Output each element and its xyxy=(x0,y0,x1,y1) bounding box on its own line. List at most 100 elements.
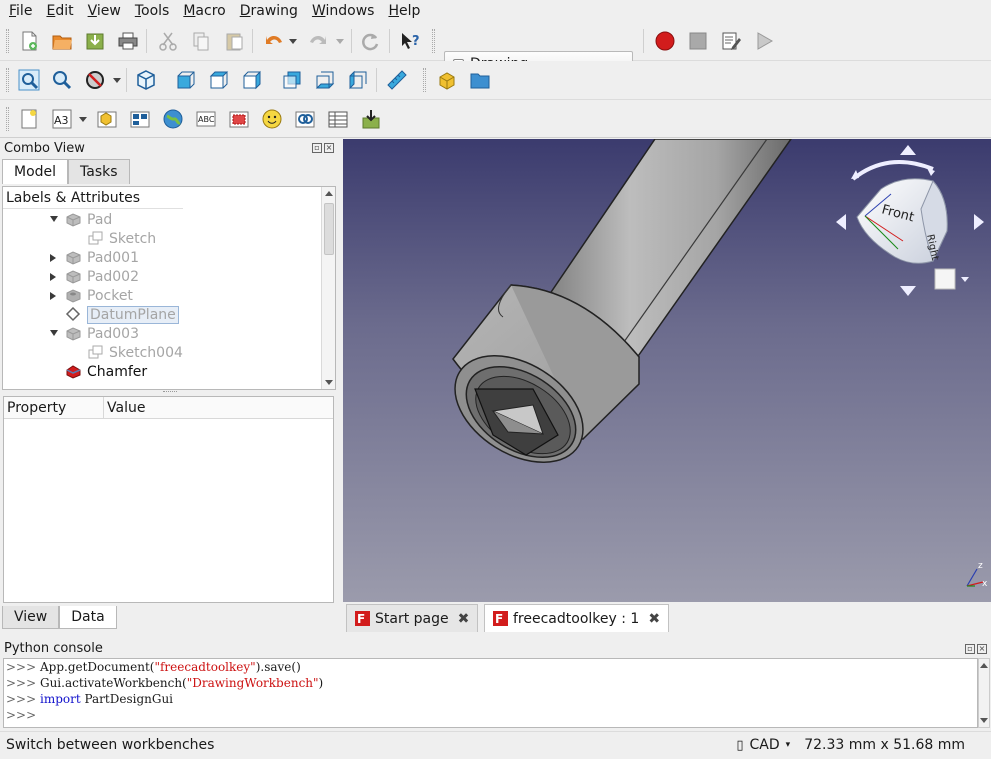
tree-item-sketch[interactable]: Sketch xyxy=(87,229,156,248)
close-tab-icon[interactable]: ✖ xyxy=(648,611,660,627)
export-page-button[interactable] xyxy=(359,107,383,131)
expand-down-icon[interactable] xyxy=(50,216,58,222)
nav-rotate-right-icon[interactable] xyxy=(974,214,984,230)
nav-rotate-up-icon[interactable] xyxy=(900,145,916,155)
nav-rotate-left-icon[interactable] xyxy=(836,214,846,230)
symbol-button[interactable] xyxy=(260,107,284,131)
measure-distance-button[interactable] xyxy=(385,68,409,92)
tree-item-pad002[interactable]: Pad002 xyxy=(65,267,139,286)
ortho-views-button[interactable] xyxy=(128,107,152,131)
tree-scrollbar[interactable] xyxy=(321,187,335,389)
spreadsheet-view-button[interactable] xyxy=(326,107,350,131)
toolbar-grip[interactable] xyxy=(423,68,426,92)
collapsed-right-icon[interactable] xyxy=(50,292,56,300)
scroll-down-icon[interactable] xyxy=(325,380,333,385)
chevron-down-icon[interactable]: ▾ xyxy=(786,740,791,750)
cut-button[interactable] xyxy=(156,29,180,53)
splitter-handle[interactable] xyxy=(163,391,177,393)
collapsed-right-icon[interactable] xyxy=(50,254,56,262)
view-isometric-button[interactable] xyxy=(134,68,158,92)
view-bottom-button[interactable] xyxy=(313,68,337,92)
toolbar-grip[interactable] xyxy=(6,107,9,131)
new-drawing-page-button[interactable] xyxy=(17,107,41,131)
scrollbar-thumb[interactable] xyxy=(324,203,334,255)
redo-dropdown-icon[interactable] xyxy=(336,39,344,44)
toolbar-grip[interactable] xyxy=(6,68,9,92)
hex-key-model[interactable]: Front Right z x xyxy=(343,139,991,602)
tree-item-datumplane[interactable]: DatumPlane xyxy=(65,305,179,324)
copy-button[interactable] xyxy=(189,29,213,53)
tree-item-pocket[interactable]: Pocket xyxy=(65,286,133,305)
scroll-up-icon[interactable] xyxy=(980,663,988,668)
menu-help[interactable]: Help xyxy=(381,0,427,22)
save-button[interactable] xyxy=(83,29,107,53)
print-button[interactable] xyxy=(116,29,140,53)
insert-view-button[interactable] xyxy=(95,107,119,131)
close-dock-button[interactable]: × xyxy=(324,143,334,153)
tab-freecadtoolkey[interactable]: F freecadtoolkey : 1 ✖ xyxy=(484,604,670,632)
undo-button[interactable] xyxy=(262,29,286,53)
navigation-cube[interactable]: Front Right xyxy=(836,145,984,296)
tab-start-page[interactable]: F Start page ✖ xyxy=(346,604,479,632)
column-property[interactable]: Property xyxy=(4,397,104,418)
fit-selection-button[interactable] xyxy=(50,68,74,92)
expand-down-icon[interactable] xyxy=(50,330,58,336)
menu-file[interactable]: File xyxy=(2,0,39,22)
tab-view[interactable]: View xyxy=(2,606,60,629)
fit-all-button[interactable] xyxy=(17,68,41,92)
menu-windows[interactable]: Windows xyxy=(305,0,382,22)
menu-tools[interactable]: Tools xyxy=(128,0,177,22)
scroll-down-icon[interactable] xyxy=(980,718,988,723)
menu-view[interactable]: View xyxy=(81,0,128,22)
view-top-button[interactable] xyxy=(207,68,231,92)
tab-model[interactable]: Model xyxy=(2,159,69,184)
tree-item-pad[interactable]: Pad xyxy=(65,210,112,229)
view-right-button[interactable] xyxy=(240,68,264,92)
open-browser-button[interactable] xyxy=(161,107,185,131)
python-console-input[interactable]: >>> App.getDocument("freecadtoolkey").sa… xyxy=(3,658,978,728)
view-menu-dropdown-icon[interactable] xyxy=(961,277,969,282)
view-front-button[interactable] xyxy=(174,68,198,92)
open-document-button[interactable] xyxy=(50,29,74,53)
tab-data[interactable]: Data xyxy=(59,606,117,629)
whats-this-button[interactable]: ? xyxy=(398,29,422,53)
scroll-up-icon[interactable] xyxy=(325,191,333,196)
draft-view-button[interactable] xyxy=(293,107,317,131)
macro-stop-button[interactable] xyxy=(686,29,710,53)
tree-item-sketch004[interactable]: Sketch004 xyxy=(87,343,183,362)
close-dock-button[interactable]: × xyxy=(977,644,987,654)
page-template-a3-button[interactable]: A3 xyxy=(50,107,74,131)
new-document-button[interactable] xyxy=(17,29,41,53)
float-dock-button[interactable]: ▫ xyxy=(312,143,322,153)
clip-button[interactable] xyxy=(227,107,251,131)
view-rear-button[interactable] xyxy=(280,68,304,92)
nav-rotate-down-icon[interactable] xyxy=(900,286,916,296)
menu-edit[interactable]: Edit xyxy=(39,0,80,22)
paste-button[interactable] xyxy=(222,29,246,53)
tree-item-chamfer[interactable]: Chamfer xyxy=(65,362,147,381)
toolbar-grip[interactable] xyxy=(6,29,9,53)
create-part-button[interactable] xyxy=(435,68,459,92)
macro-edit-button[interactable] xyxy=(719,29,743,53)
refresh-button[interactable] xyxy=(358,29,382,53)
draw-style-dropdown-icon[interactable] xyxy=(113,78,121,83)
macro-record-button[interactable] xyxy=(653,29,677,53)
3d-viewport[interactable]: Front Right z x xyxy=(343,139,991,602)
tree-item-pad001[interactable]: Pad001 xyxy=(65,248,139,267)
float-dock-button[interactable]: ▫ xyxy=(965,644,975,654)
draw-style-button[interactable] xyxy=(83,68,107,92)
create-group-button[interactable] xyxy=(468,68,492,92)
undo-dropdown-icon[interactable] xyxy=(289,39,297,44)
menu-drawing[interactable]: Drawing xyxy=(233,0,305,22)
view-left-button[interactable] xyxy=(346,68,370,92)
tab-tasks[interactable]: Tasks xyxy=(68,159,130,184)
redo-button[interactable] xyxy=(306,29,330,53)
annotation-button[interactable]: ABC xyxy=(194,107,218,131)
macro-run-button[interactable] xyxy=(752,29,776,53)
close-tab-icon[interactable]: ✖ xyxy=(458,611,470,627)
view-menu-cube-icon[interactable] xyxy=(934,268,956,290)
menu-macro[interactable]: Macro xyxy=(176,0,232,22)
toolbar-grip[interactable] xyxy=(432,29,435,53)
console-scrollbar[interactable] xyxy=(978,658,990,728)
tree-item-pad003[interactable]: Pad003 xyxy=(65,324,139,343)
